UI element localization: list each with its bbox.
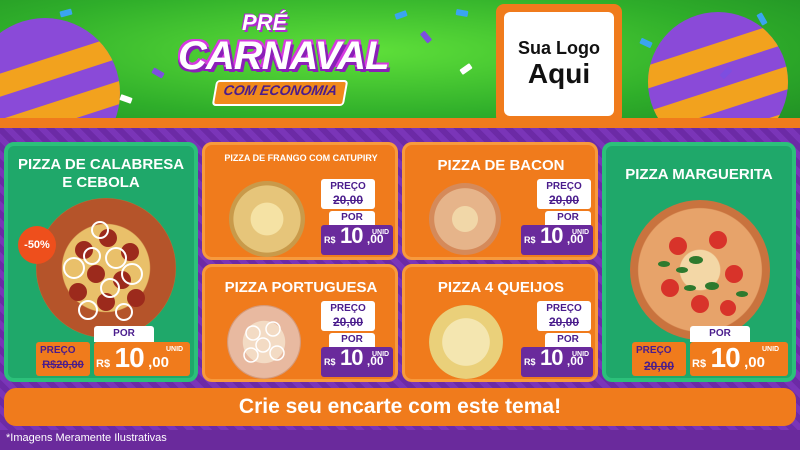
- unit-label: UNID: [572, 229, 590, 236]
- new-price: R$ 10 ,00 UNID: [96, 342, 190, 376]
- product-card-marguerita[interactable]: PIZZA MARGUERITA PREÇO 20,00 POR R$ 10 ,…: [602, 142, 796, 382]
- badge-economia-text: COM ECONOMIA: [211, 80, 349, 106]
- logo-placeholder[interactable]: Sua Logo Aqui: [496, 4, 622, 124]
- price-label: PREÇO: [40, 345, 76, 356]
- unit-label: UNID: [166, 346, 184, 353]
- pre-carnaval-badge: PRÉ CARNAVAL COM ECONOMIA: [178, 6, 390, 110]
- price-dec: ,00: [148, 354, 169, 371]
- badge-carnaval-text: CARNAVAL: [178, 34, 390, 78]
- logo-text-line1: Sua Logo: [518, 37, 600, 58]
- product-card-bacon[interactable]: PIZZA DE BACON PREÇO 20,00 POR R$ 10 ,00…: [402, 142, 598, 260]
- pizza-marguerita-image: [630, 200, 770, 340]
- por-tab: POR: [690, 326, 750, 342]
- unit-label: UNID: [372, 229, 390, 236]
- confetti-icon: [639, 37, 653, 49]
- product-title: PIZZA MARGUERITA: [625, 166, 773, 183]
- discount-badge: -50%: [18, 226, 56, 264]
- currency: R$: [324, 235, 336, 245]
- por-label: POR: [557, 334, 579, 345]
- unit-label: UNID: [372, 351, 390, 358]
- new-price-box: R$ 10 ,00 UNID: [94, 342, 190, 376]
- footnote-text: *Imagens Meramente Ilustrativas: [6, 432, 167, 444]
- easter-egg-right-icon: [648, 12, 788, 128]
- product-card-portuguesa[interactable]: PIZZA PORTUGUESA PREÇO 20,00 POR R$ 10 ,…: [202, 264, 398, 382]
- price-label: PREÇO: [330, 303, 366, 314]
- old-price: 20,00: [643, 359, 675, 373]
- price-int: 10: [339, 345, 364, 370]
- logo-text-line2: Aqui: [527, 57, 591, 89]
- old-price: 20,00: [548, 315, 580, 329]
- unit-label: UNID: [572, 351, 590, 358]
- old-price: 20,00: [332, 315, 364, 329]
- price-int: 10: [114, 342, 145, 373]
- product-title: PIZZA DE CALABRESA E CEBOLA: [17, 156, 185, 191]
- pizza-portuguesa-image: [227, 305, 301, 379]
- new-price-box: R$ 10 ,00 UNID: [521, 223, 593, 255]
- por-label: POR: [557, 212, 579, 223]
- price-int: 10: [710, 342, 741, 373]
- new-price: R$ 10 ,00 UNID: [524, 223, 589, 249]
- product-title: PIZZA PORTUGUESA: [224, 279, 378, 296]
- currency: R$: [524, 235, 536, 245]
- new-price: R$ 10 ,00 UNID: [692, 342, 786, 376]
- unit-label: UNID: [762, 346, 780, 353]
- pizza-frango-image: [229, 181, 305, 257]
- cta-button[interactable]: Crie seu encarte com este tema!: [4, 388, 796, 426]
- old-price-box: PREÇO 20,00: [537, 301, 591, 331]
- confetti-icon: [455, 9, 469, 17]
- new-price: R$ 10 ,00 UNID: [324, 345, 389, 371]
- confetti-icon: [459, 63, 473, 75]
- old-price: 20,00: [332, 193, 364, 207]
- confetti-icon: [59, 8, 73, 18]
- old-price-box: PREÇO 20,00: [321, 179, 375, 209]
- confetti-icon: [151, 67, 165, 79]
- pizza-calabresa-image: [36, 198, 176, 338]
- por-label: POR: [113, 328, 135, 339]
- por-label: POR: [341, 212, 363, 223]
- logo-inner-box: Sua Logo Aqui: [504, 12, 614, 116]
- old-price-box: PREÇO 20,00: [321, 301, 375, 331]
- currency: R$: [324, 357, 336, 367]
- product-title: PIZZA DE BACON: [437, 157, 565, 174]
- pizza-quatro-queijos-image: [429, 305, 503, 379]
- header-banner: PRÉ CARNAVAL COM ECONOMIA Sua Logo Aqui: [0, 0, 800, 128]
- old-price: R$20,00: [42, 359, 84, 371]
- price-dec: ,00: [744, 354, 765, 371]
- currency: R$: [96, 358, 111, 370]
- old-price-box: PREÇO 20,00: [632, 342, 686, 376]
- new-price-box: R$ 10 ,00 UNID: [521, 345, 593, 377]
- por-tab: POR: [94, 326, 154, 342]
- new-price-box: R$ 10 ,00 UNID: [321, 223, 393, 255]
- old-price: 20,00: [548, 193, 580, 207]
- price-int: 10: [539, 345, 564, 370]
- old-price-box: PREÇO R$20,00: [36, 342, 90, 376]
- product-title: PIZZA DE FRANGO COM CATUPIRY: [224, 153, 378, 163]
- new-price: R$ 10 ,00 UNID: [324, 223, 389, 249]
- new-price-box: R$ 10 ,00 UNID: [690, 342, 788, 376]
- price-int: 10: [539, 223, 564, 248]
- currency: R$: [524, 357, 536, 367]
- confetti-icon: [419, 30, 433, 44]
- price-label: PREÇO: [546, 303, 582, 314]
- new-price: R$ 10 ,00 UNID: [524, 345, 589, 371]
- badge-pre-text: PRÉ: [242, 10, 288, 35]
- confetti-icon: [119, 94, 133, 104]
- product-title: PIZZA 4 QUEIJOS: [437, 279, 565, 296]
- header-divider-stripe: [0, 118, 800, 128]
- pizza-bacon-image: [429, 183, 501, 255]
- new-price-box: R$ 10 ,00 UNID: [321, 345, 393, 377]
- confetti-icon: [394, 10, 408, 20]
- price-label: PREÇO: [330, 181, 366, 192]
- easter-egg-left-icon: [0, 18, 120, 128]
- product-card-calabresa[interactable]: PIZZA DE CALABRESA E CEBOLA -50% PREÇO R…: [4, 142, 198, 382]
- price-int: 10: [339, 223, 364, 248]
- currency: R$: [692, 358, 707, 370]
- price-label: PREÇO: [636, 345, 672, 356]
- product-card-quatro-queijos[interactable]: PIZZA 4 QUEIJOS PREÇO 20,00 POR R$ 10 ,0…: [402, 264, 598, 382]
- old-price-box: PREÇO 20,00: [537, 179, 591, 209]
- por-label: POR: [709, 328, 731, 339]
- product-card-frango[interactable]: PIZZA DE FRANGO COM CATUPIRY PREÇO 20,00…: [202, 142, 398, 260]
- price-label: PREÇO: [546, 181, 582, 192]
- por-label: POR: [341, 334, 363, 345]
